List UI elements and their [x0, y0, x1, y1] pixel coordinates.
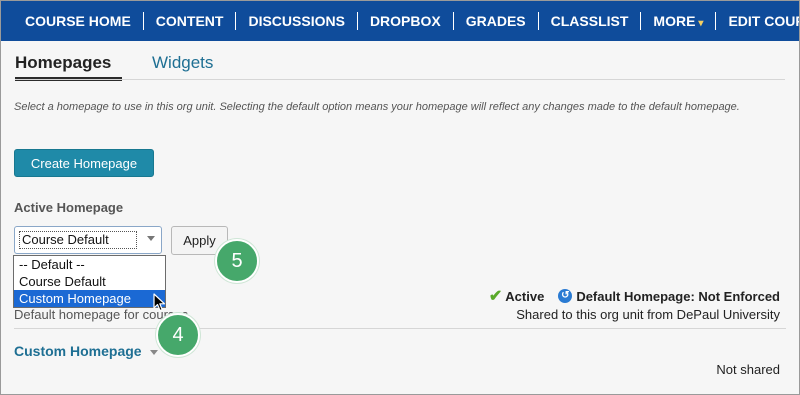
active-homepage-select[interactable]: Course Default [14, 226, 162, 254]
mouse-cursor-icon [153, 293, 166, 312]
checkmark-icon: ✔ [488, 288, 503, 305]
status-active: Active [505, 288, 545, 304]
page-description: Select a homepage to use in this org uni… [14, 101, 740, 113]
option-course-default[interactable]: Course Default [14, 273, 165, 290]
nav-classlist[interactable]: CLASSLIST [539, 12, 642, 30]
homepage-status: ✔ Active ↺ Default Homepage: Not Enforce… [489, 286, 780, 306]
custom-homepage-title: Custom Homepage [14, 343, 142, 359]
divider [15, 79, 785, 80]
step-badge-4: 4 [156, 313, 200, 357]
top-navigation: COURSE HOME CONTENT DISCUSSIONS DROPBOX … [1, 1, 799, 41]
status-default-homepage: Default Homepage: Not Enforced [576, 288, 780, 304]
nav-course-home[interactable]: COURSE HOME [1, 12, 144, 30]
nav-edit-course[interactable]: EDIT COURSE [716, 12, 799, 30]
active-homepage-label: Active Homepage [14, 200, 124, 215]
nav-more-label: MORE [653, 13, 696, 29]
nav-more[interactable]: MORE ▾ [641, 12, 717, 30]
select-value: Course Default [19, 231, 137, 249]
default-homepage-shared: Shared to this org unit from DePaul Univ… [516, 307, 780, 322]
custom-homepage-link[interactable]: Custom Homepage [14, 343, 158, 359]
page-frame: COURSE HOME CONTENT DISCUSSIONS DROPBOX … [0, 0, 800, 395]
chevron-down-icon[interactable] [149, 349, 158, 355]
tab-widgets[interactable]: Widgets [152, 53, 213, 73]
homepage-dropdown-list: -- Default -- Course Default Custom Home… [13, 255, 166, 308]
chevron-down-icon: ▾ [698, 18, 704, 29]
tab-homepages[interactable]: Homepages [15, 53, 122, 81]
nav-discussions[interactable]: DISCUSSIONS [236, 12, 358, 30]
divider [14, 328, 786, 329]
option-custom-homepage[interactable]: Custom Homepage [14, 290, 165, 307]
nav-content[interactable]: CONTENT [144, 12, 237, 30]
default-homepage-icon: ↺ [558, 289, 573, 303]
chevron-down-icon [147, 236, 155, 241]
create-homepage-button[interactable]: Create Homepage [14, 149, 154, 177]
option-default[interactable]: -- Default -- [14, 256, 165, 273]
custom-homepage-shared: Not shared [716, 362, 780, 377]
step-badge-5: 5 [215, 239, 259, 283]
tab-homepages-label: Homepages [15, 53, 112, 72]
nav-grades[interactable]: GRADES [454, 12, 539, 30]
nav-dropbox[interactable]: DROPBOX [358, 12, 454, 30]
